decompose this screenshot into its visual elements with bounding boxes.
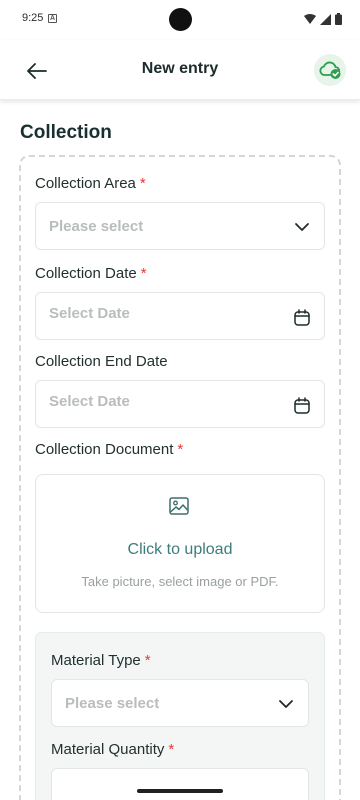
chevron-down-icon xyxy=(276,694,296,714)
battery-icon xyxy=(335,13,342,25)
material-type-label: Material Type * xyxy=(51,652,151,669)
home-indicator xyxy=(137,789,223,793)
wifi-icon xyxy=(304,14,316,24)
page-title: New entry xyxy=(141,60,219,77)
upload-link[interactable]: Click to upload xyxy=(36,541,324,559)
chevron-down-icon xyxy=(292,217,312,237)
collection-area-label: Collection Area * xyxy=(35,175,146,192)
collection-document-label-text: Collection Document xyxy=(35,441,174,458)
required-marker: * xyxy=(139,175,146,192)
cloud-check-icon xyxy=(319,61,341,79)
material-type-select[interactable]: Please select xyxy=(51,679,309,727)
material-quantity-field[interactable] xyxy=(51,768,309,800)
status-bar: 9:25 A xyxy=(0,0,360,40)
status-time: 9:25 xyxy=(22,12,44,24)
sync-status-button[interactable] xyxy=(314,54,346,86)
image-icon xyxy=(169,497,191,517)
section-title: Collection xyxy=(20,122,112,143)
collection-area-label-text: Collection Area xyxy=(35,175,136,192)
camera-cutout xyxy=(169,8,192,31)
app-bar: New entry xyxy=(0,40,360,100)
collection-area-placeholder: Please select xyxy=(49,218,144,235)
material-quantity-label-text: Material Quantity xyxy=(51,741,165,758)
upload-hint: Take picture, select image or PDF. xyxy=(81,574,279,589)
material-quantity-label: Material Quantity * xyxy=(51,741,174,758)
required-marker: * xyxy=(140,265,147,282)
status-icons xyxy=(304,12,342,26)
collection-end-date-field[interactable]: Select Date xyxy=(35,380,325,428)
collection-document-label: Collection Document * xyxy=(35,441,183,458)
collection-date-placeholder: Select Date xyxy=(49,305,130,322)
required-marker: * xyxy=(168,741,175,758)
signal-icon xyxy=(320,13,331,25)
collection-end-date-label: Collection End Date xyxy=(35,353,168,370)
collection-end-date-label-text: Collection End Date xyxy=(35,353,168,370)
required-marker: * xyxy=(177,441,184,458)
material-type-placeholder: Please select xyxy=(65,695,160,712)
collection-document-upload[interactable]: Click to upload Take picture, select ima… xyxy=(35,474,325,613)
collection-date-field[interactable]: Select Date xyxy=(35,292,325,340)
required-marker: * xyxy=(144,652,151,669)
a-badge-icon: A xyxy=(48,14,57,23)
calendar-icon xyxy=(292,395,312,415)
calendar-icon xyxy=(292,307,312,327)
collection-end-date-placeholder: Select Date xyxy=(49,393,130,410)
material-type-label-text: Material Type xyxy=(51,652,141,669)
collection-date-label: Collection Date * xyxy=(35,265,147,282)
collection-date-label-text: Collection Date xyxy=(35,265,137,282)
collection-area-select[interactable]: Please select xyxy=(35,202,325,250)
